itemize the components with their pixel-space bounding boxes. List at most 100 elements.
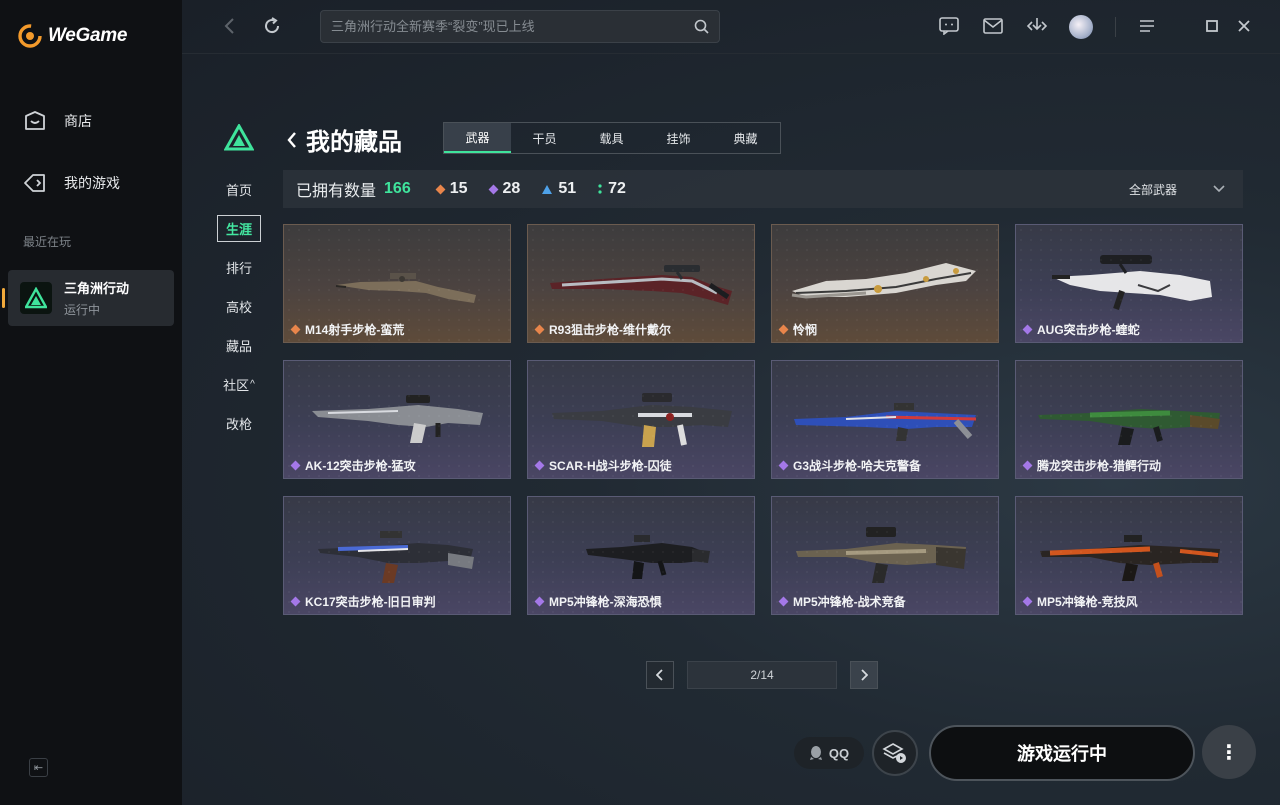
- gold-rarity-icon: [290, 324, 301, 335]
- weapon-card[interactable]: 怜悯: [771, 224, 999, 343]
- close-icon[interactable]: [1232, 14, 1256, 38]
- owned-total: 166: [384, 180, 411, 197]
- recent-game-status: 运行中: [64, 303, 101, 317]
- game-nav-gunsmith[interactable]: 改枪: [216, 404, 262, 443]
- weapon-name: MP5冲锋枪-深海恐惧: [534, 593, 662, 610]
- maximize-icon[interactable]: [1200, 14, 1224, 38]
- weapon-card[interactable]: KC17突击步枪-旧日审判: [283, 496, 511, 615]
- game-nav-career[interactable]: 生涯: [216, 209, 262, 248]
- weapon-grid: M14射手步枪-蛮荒 R93狙击步枪-维什戴尔 怜悯 AUG突击步枪-蝰蛇 AK…: [283, 224, 1243, 615]
- tab-operators[interactable]: 干员: [511, 123, 578, 153]
- weapon-image: [312, 395, 483, 443]
- weapon-card[interactable]: SCAR-H战斗步枪-囚徒: [527, 360, 755, 479]
- weapon-image: [794, 403, 977, 441]
- weapon-card[interactable]: MP5冲锋枪-战术竞备: [771, 496, 999, 615]
- weapon-name: KC17突击步枪-旧日审判: [290, 593, 436, 610]
- next-page-button[interactable]: [850, 661, 878, 689]
- search-bar[interactable]: [320, 10, 720, 43]
- search-input[interactable]: [331, 19, 694, 34]
- gold-rarity-icon: [435, 184, 446, 194]
- recent-game-item[interactable]: 三角洲行动 运行中: [2, 270, 174, 326]
- wegame-logo[interactable]: WeGame: [18, 24, 127, 48]
- left-sidebar: WeGame 商店 我的游戏 最近在玩 三角洲行动 运行中 ⇤: [0, 0, 182, 805]
- weapon-card[interactable]: MP5冲锋枪-竞技风: [1015, 496, 1243, 615]
- nav-my-games-label: 我的游戏: [64, 175, 120, 191]
- purple-rarity-icon: [534, 596, 545, 607]
- tab-weapons[interactable]: 武器: [444, 123, 511, 153]
- qq-button[interactable]: QQ: [794, 737, 864, 769]
- weapon-card[interactable]: AUG突击步枪-蝰蛇: [1015, 224, 1243, 343]
- overlay-layers-button[interactable]: [872, 730, 918, 776]
- weapon-name: 怜悯: [778, 321, 817, 338]
- weapon-image: [791, 263, 976, 299]
- tab-charms[interactable]: 挂饰: [645, 123, 712, 153]
- game-nav: 首页 生涯 排行 高校 藏品 社区 ^ 改枪: [216, 170, 262, 443]
- gold-rarity-icon: [778, 324, 789, 335]
- avatar[interactable]: [1069, 15, 1093, 39]
- game-nav-community[interactable]: 社区 ^: [216, 365, 262, 404]
- tab-vehicles[interactable]: 载具: [578, 123, 645, 153]
- weapon-card[interactable]: R93狙击步枪-维什戴尔: [527, 224, 755, 343]
- rarity-stat-green: 72: [598, 180, 626, 198]
- category-tabs: 武器 干员 载具 挂饰 典藏: [443, 122, 781, 154]
- game-running-button[interactable]: 游戏运行中: [929, 725, 1195, 781]
- weapon-name: M14射手步枪-蛮荒: [290, 321, 404, 338]
- weapon-image: [1040, 535, 1220, 581]
- chevron-left-icon: [287, 131, 296, 148]
- weapon-card[interactable]: G3战斗步枪-哈夫克警备: [771, 360, 999, 479]
- download-icon[interactable]: [1025, 14, 1049, 38]
- back-arrow-icon[interactable]: [218, 14, 242, 38]
- topbar-divider: [1115, 17, 1116, 37]
- gamepad-icon: [24, 174, 45, 192]
- weapon-filter-dropdown[interactable]: 全部武器: [1129, 170, 1225, 208]
- weapon-card[interactable]: AK-12突击步枪-猛攻: [283, 360, 511, 479]
- purple-rarity-icon: [778, 460, 789, 471]
- owned-label: 已拥有数量: [296, 183, 377, 200]
- weapon-image: [335, 273, 476, 303]
- owned-summary-bar: 已拥有数量 166 15 28 51 72 全部武器: [283, 170, 1243, 208]
- mail-icon[interactable]: [981, 14, 1005, 38]
- filter-label: 全部武器: [1128, 182, 1177, 197]
- blue-rarity-icon: [542, 184, 553, 194]
- chat-icon[interactable]: [937, 14, 961, 38]
- game-nav-collection[interactable]: 藏品: [216, 326, 262, 365]
- menu-icon[interactable]: [1135, 14, 1159, 38]
- more-options-button[interactable]: ⋮: [1202, 725, 1256, 779]
- weapon-card[interactable]: M14射手步枪-蛮荒: [283, 224, 511, 343]
- delta-force-icon: [20, 282, 52, 314]
- delta-force-logo-icon: [224, 124, 254, 151]
- weapon-image: [552, 393, 732, 447]
- back-to-previous[interactable]: 我的藏品: [286, 122, 402, 157]
- game-nav-university[interactable]: 高校: [216, 287, 262, 326]
- game-nav-home[interactable]: 首页: [216, 170, 262, 209]
- weapon-card[interactable]: MP5冲锋枪-深海恐惧: [527, 496, 755, 615]
- main-area: 首页 生涯 排行 高校 藏品 社区^ 改枪 我的藏品 武器 干员 载具 挂饰 典…: [182, 0, 1280, 805]
- search-icon[interactable]: [694, 19, 709, 34]
- collapse-sidebar-icon[interactable]: ⇤: [29, 758, 48, 777]
- qq-penguin-icon: [809, 746, 822, 760]
- weapon-image: [586, 535, 710, 579]
- nav-my-games[interactable]: 我的游戏: [22, 170, 120, 196]
- recent-game-name: 三角洲行动: [64, 281, 130, 296]
- green-rarity-icon: [598, 184, 602, 194]
- tab-collection[interactable]: 典藏: [712, 123, 779, 153]
- logo-text: WeGame: [48, 25, 128, 46]
- page-indicator: 2/14: [687, 661, 837, 689]
- weapon-image: [796, 527, 966, 583]
- prev-page-button[interactable]: [646, 661, 674, 689]
- weapon-image: [318, 531, 474, 583]
- chevron-up-icon: ^: [250, 379, 255, 390]
- recent-label: 最近在玩: [23, 235, 72, 249]
- nav-shop[interactable]: 商店: [22, 108, 92, 134]
- weapon-card[interactable]: 腾龙突击步枪-猎鳄行动: [1015, 360, 1243, 479]
- purple-rarity-icon: [290, 596, 301, 607]
- weapon-name: R93狙击步枪-维什戴尔: [534, 321, 671, 338]
- game-nav-ranking[interactable]: 排行: [216, 248, 262, 287]
- weapon-name: AUG突击步枪-蝰蛇: [1022, 321, 1140, 338]
- purple-rarity-icon: [488, 184, 498, 194]
- rarity-stat-purple: 28: [488, 180, 520, 198]
- chevron-left-icon: [656, 669, 663, 681]
- gold-rarity-icon: [534, 324, 545, 335]
- shop-bag-icon: [25, 111, 45, 130]
- refresh-icon[interactable]: [260, 14, 284, 38]
